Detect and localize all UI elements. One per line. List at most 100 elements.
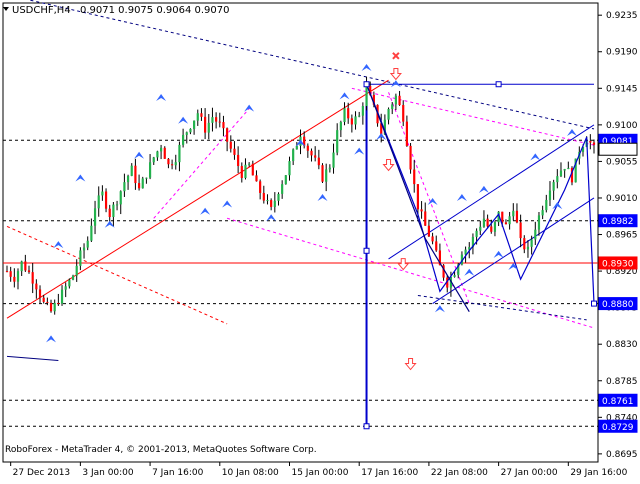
candle-body-61 (229, 141, 232, 149)
candle-body-49 (185, 132, 188, 135)
candle-body-129 (479, 226, 482, 231)
price-tick-3: 0.9100 (606, 121, 638, 131)
candle-body-145 (537, 215, 541, 230)
candle-body-92 (343, 108, 346, 122)
candle-body-16 (64, 286, 67, 290)
price-tag-3: 0.8930 (602, 259, 634, 269)
anchor-marker-0 (363, 81, 370, 88)
candle-body-86 (321, 165, 324, 182)
candle-body-109 (405, 121, 408, 146)
candle-body-9 (38, 289, 42, 298)
candle-body-28 (108, 208, 111, 217)
candle-body-15 (60, 289, 64, 304)
time-tick-1: 3 Jan 00:00 (82, 468, 134, 478)
chart-ohlc: 0.9071 0.9075 0.9064 0.9070 (80, 5, 230, 16)
fractal-arrow-20 (456, 193, 467, 201)
candle-body-72 (270, 200, 273, 207)
candle-body-115 (427, 225, 431, 237)
candle-body-40 (152, 157, 155, 163)
trendline-red-dotted (6, 225, 228, 325)
candle-body-1 (9, 271, 12, 277)
time-tick-8: 29 Jan 16:00 (570, 468, 627, 478)
candles (5, 76, 596, 315)
trendline-navy-small (6, 355, 59, 361)
candle-body-105 (391, 104, 394, 109)
signal-arrows (46, 52, 577, 371)
cross-marker (392, 52, 400, 60)
candle-body-159 (589, 141, 592, 143)
candle-body-53 (200, 113, 203, 117)
fractal-arrow-19 (434, 305, 445, 313)
wave-paths (363, 81, 597, 430)
candle-body-76 (284, 175, 287, 185)
price-tag-4: 0.8880 (602, 300, 634, 310)
candle-body-74 (277, 193, 280, 201)
forecast-arrow-3 (404, 358, 417, 371)
candle-body-45 (170, 164, 174, 166)
candle-body-96 (358, 115, 361, 117)
candle-body-150 (556, 176, 559, 183)
candle-body-135 (501, 211, 504, 223)
candle-body-26 (101, 191, 104, 196)
candle-body-87 (325, 169, 328, 182)
candle-body-133 (493, 222, 497, 232)
candle-body-83 (310, 150, 313, 156)
candle-body-94 (350, 118, 353, 125)
anchor-marker-1 (495, 81, 502, 88)
fractal-arrow-2 (75, 174, 86, 182)
candle-body-117 (435, 241, 438, 251)
anchor-marker-2 (363, 247, 370, 254)
candle-body-73 (273, 200, 276, 207)
candle-body-19 (75, 265, 78, 276)
fractal-arrow-8 (222, 200, 233, 208)
candle-body-56 (211, 117, 214, 123)
candle-body-122 (453, 275, 456, 277)
price-tick-1: 0.9190 (606, 48, 638, 58)
candle-body-14 (57, 302, 60, 304)
candle-body-70 (262, 192, 265, 201)
price-tag-6: 0.8729 (602, 423, 634, 433)
fractal-arrow-13 (339, 92, 350, 100)
candle-body-10 (42, 297, 45, 302)
candle-body-84 (314, 155, 317, 158)
wave-path-0 (365, 84, 595, 304)
collapse-icon[interactable] (3, 7, 9, 11)
candle-body-144 (534, 229, 537, 240)
candle-body-146 (541, 210, 544, 216)
price-tag-1: 0.9070 (602, 146, 634, 156)
fractal-arrow-5 (156, 94, 167, 102)
fractal-arrow-7 (200, 207, 211, 215)
time-tick-7: 27 Jan 00:00 (501, 468, 558, 478)
price-tag-2: 0.8982 (602, 217, 634, 227)
fractal-arrow-6 (178, 116, 189, 124)
candle-body-43 (163, 147, 166, 159)
fractal-arrow-0 (53, 241, 64, 249)
candle-body-30 (115, 204, 119, 206)
candle-body-8 (35, 283, 38, 290)
forecast-arrow-1 (382, 158, 395, 172)
candle-body-39 (148, 162, 152, 178)
candle-body-85 (317, 157, 320, 166)
candle-body-67 (251, 163, 254, 176)
candle-body-66 (248, 163, 251, 165)
candle-body-78 (292, 149, 295, 162)
candle-body-148 (548, 190, 552, 200)
candle-body-64 (240, 166, 243, 178)
fractal-arrow-25 (530, 153, 541, 161)
candle-body-38 (145, 177, 148, 179)
candle-body-42 (159, 147, 163, 152)
fractal-arrow-15 (361, 63, 372, 71)
anchor-marker-3 (363, 423, 370, 430)
candle-body-137 (508, 216, 511, 225)
candle-body-107 (398, 95, 401, 106)
candle-body-113 (420, 209, 423, 212)
candle-body-7 (31, 272, 34, 284)
fractal-arrow-9 (244, 104, 255, 112)
chart-symbol: USDCHF,H4 (12, 5, 71, 16)
candle-body-46 (174, 162, 177, 166)
chart-canvas: 0.9235 0.9190 0.9145 0.9100 0.9055 0.9010 0.89… (2, 0, 638, 478)
candle-body-4 (20, 261, 23, 272)
copyright-text: RoboForex - MetaTrader 4, © 2001-2013, M… (5, 445, 317, 455)
candle-body-2 (13, 276, 16, 282)
fractal-arrow-22 (478, 185, 489, 193)
